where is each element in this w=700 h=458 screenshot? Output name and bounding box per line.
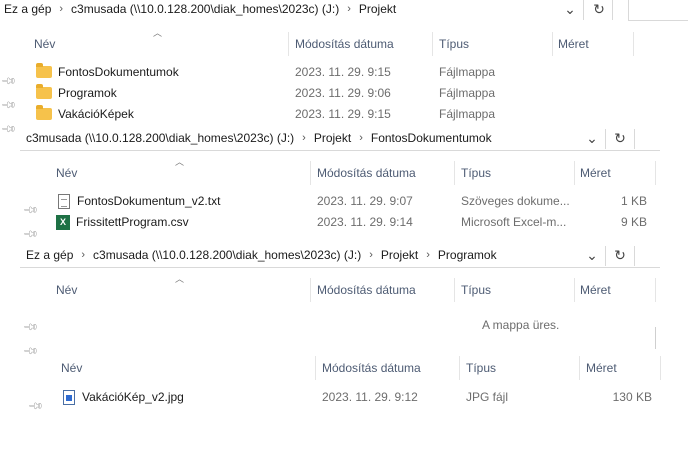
file-type: Fájlmappa <box>439 65 496 79</box>
file-type: Fájlmappa <box>439 107 496 121</box>
column-header-type[interactable]: Típus <box>461 161 491 185</box>
chevron-right-icon: › <box>426 249 430 261</box>
chevron-right-icon: › <box>359 132 363 144</box>
breadcrumb-item[interactable]: Projekt <box>359 2 396 16</box>
sort-up-icon: ︿ <box>175 274 185 284</box>
breadcrumb-item[interactable]: FontosDokumentumok <box>371 131 492 145</box>
column-header-name[interactable]: Név <box>56 278 77 302</box>
pin-icon[interactable]: 📌︎ <box>22 343 39 360</box>
file-name: FrissitettProgram.csv <box>76 215 189 229</box>
file-name: Programok <box>58 86 117 100</box>
list-item[interactable]: Programok 2023. 11. 29. 9:06 Fájlmappa <box>0 83 640 103</box>
list-item[interactable]: FontosDokumentumok 2023. 11. 29. 9:15 Fá… <box>0 62 640 82</box>
breadcrumb-item[interactable]: c3musada (\\10.0.128.200\diak_homes\2023… <box>26 131 294 145</box>
file-size: 130 KB <box>612 390 652 404</box>
column-header-size[interactable]: Méret <box>580 278 611 302</box>
refresh-icon[interactable]: ↻ <box>607 244 633 266</box>
file-date: 2023. 11. 29. 9:06 <box>295 86 391 100</box>
sort-up-icon: ︿ <box>175 157 185 167</box>
column-header-date[interactable]: Módosítás dátuma <box>322 356 421 380</box>
file-size: 9 KB <box>620 215 647 229</box>
excel-file-icon: X <box>56 214 70 230</box>
column-header-date[interactable]: Módosítás dátuma <box>317 161 416 185</box>
folder-icon <box>36 105 52 120</box>
file-type: Szöveges dokume... <box>461 194 570 208</box>
file-type: Fájlmappa <box>439 86 496 100</box>
breadcrumb-item[interactable]: Ez a gép <box>4 2 51 16</box>
file-date: 2023. 11. 29. 9:15 <box>295 65 391 79</box>
list-item[interactable]: VakációKép_v2.jpg 2023. 11. 29. 9:12 JPG… <box>0 387 665 407</box>
chevron-right-icon: › <box>81 249 86 261</box>
pin-icon[interactable]: 📌︎ <box>22 319 39 336</box>
column-header-date[interactable]: Módosítás dátuma <box>317 278 416 302</box>
empty-folder-message: A mappa üres. <box>482 318 560 332</box>
list-item[interactable]: FontosDokumentum_v2.txt 2023. 11. 29. 9:… <box>0 191 660 211</box>
refresh-icon[interactable]: ↻ <box>607 127 633 149</box>
file-size: 1 KB <box>620 194 647 208</box>
chevron-down-icon[interactable]: ⌄ <box>557 0 583 20</box>
column-header-name[interactable]: Név <box>34 32 55 56</box>
text-file-icon <box>58 193 70 209</box>
column-header-type[interactable]: Típus <box>461 278 491 302</box>
column-header-type[interactable]: Típus <box>466 356 496 380</box>
column-header-size[interactable]: Méret <box>558 32 589 56</box>
chevron-down-icon[interactable]: ⌄ <box>579 244 605 266</box>
breadcrumb[interactable]: c3musada (\\10.0.128.200\diak_homes\2023… <box>26 127 492 149</box>
chevron-right-icon: › <box>347 3 351 15</box>
chevron-down-icon[interactable]: ⌄ <box>579 127 605 149</box>
column-header-size[interactable]: Méret <box>580 161 611 185</box>
file-name: VakációKép_v2.jpg <box>82 390 184 404</box>
chevron-right-icon: › <box>59 3 64 15</box>
image-file-icon <box>63 389 75 405</box>
file-name: VakációKépek <box>58 107 134 121</box>
list-item[interactable]: VakációKépek 2023. 11. 29. 9:15 Fájlmapp… <box>0 104 640 124</box>
file-date: 2023. 11. 29. 9:15 <box>295 107 391 121</box>
column-header-size[interactable]: Méret <box>586 356 617 380</box>
chevron-right-icon: › <box>302 132 306 144</box>
file-name: FontosDokumentum_v2.txt <box>77 194 221 208</box>
breadcrumb[interactable]: Ez a gép › c3musada (\\10.0.128.200\diak… <box>4 0 396 20</box>
folder-icon <box>36 84 52 99</box>
column-header-name[interactable]: Név <box>56 161 77 185</box>
breadcrumb-item[interactable]: Ez a gép <box>26 248 73 262</box>
file-type: JPG fájl <box>466 390 509 404</box>
sort-up-icon: ︿ <box>153 28 163 38</box>
breadcrumb-item[interactable]: Projekt <box>381 248 418 262</box>
breadcrumb-item[interactable]: Projekt <box>314 131 351 145</box>
folder-icon <box>36 63 52 78</box>
column-header-name[interactable]: Név <box>61 356 82 380</box>
file-name: FontosDokumentumok <box>58 65 179 79</box>
file-date: 2023. 11. 29. 9:12 <box>322 390 418 404</box>
column-header-type[interactable]: Típus <box>439 32 469 56</box>
breadcrumb-item[interactable]: c3musada (\\10.0.128.200\diak_homes\2023… <box>93 248 361 262</box>
chevron-right-icon: › <box>369 249 373 261</box>
file-date: 2023. 11. 29. 9:14 <box>317 215 413 229</box>
column-header-date[interactable]: Módosítás dátuma <box>295 32 394 56</box>
breadcrumb-item[interactable]: c3musada (\\10.0.128.200\diak_homes\2023… <box>71 2 339 16</box>
refresh-icon[interactable]: ↻ <box>586 0 612 20</box>
file-type: Microsoft Excel-m... <box>461 215 567 229</box>
file-date: 2023. 11. 29. 9:07 <box>317 194 413 208</box>
list-item[interactable]: X FrissitettProgram.csv 2023. 11. 29. 9:1… <box>0 212 660 232</box>
breadcrumb[interactable]: Ez a gép › c3musada (\\10.0.128.200\diak… <box>26 244 497 266</box>
breadcrumb-item[interactable]: Programok <box>438 248 497 262</box>
